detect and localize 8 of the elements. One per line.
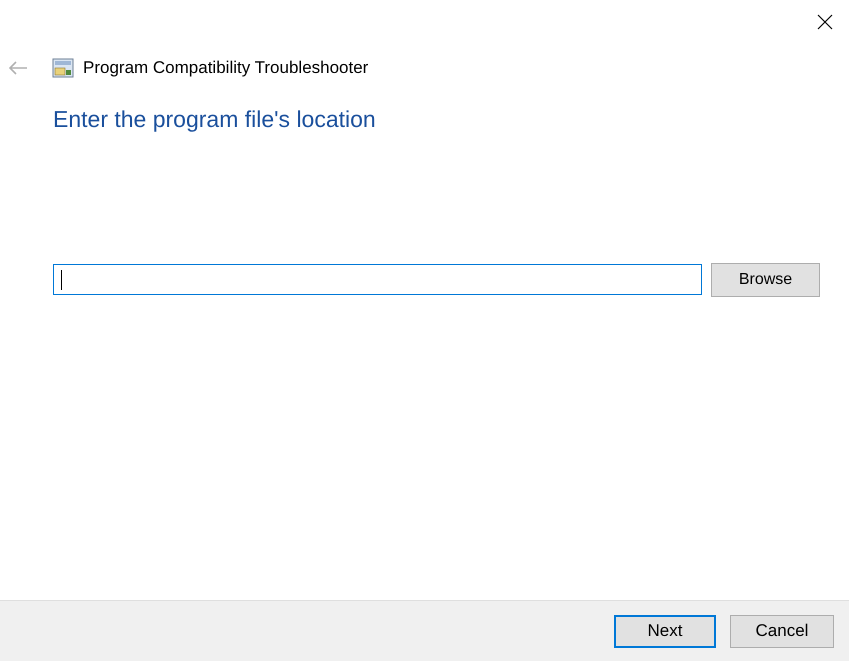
browse-button[interactable]: Browse (711, 262, 820, 296)
page-heading: Enter the program file's location (53, 105, 377, 134)
troubleshooter-icon (52, 58, 74, 78)
dialog-button[interactable]: Cancel (730, 614, 834, 648)
location-field[interactable] (53, 264, 702, 295)
window-title: Program Compatibility Troubleshooter (83, 57, 368, 80)
dialog-button[interactable]: Next (614, 614, 716, 648)
close-icon[interactable] (817, 14, 833, 30)
